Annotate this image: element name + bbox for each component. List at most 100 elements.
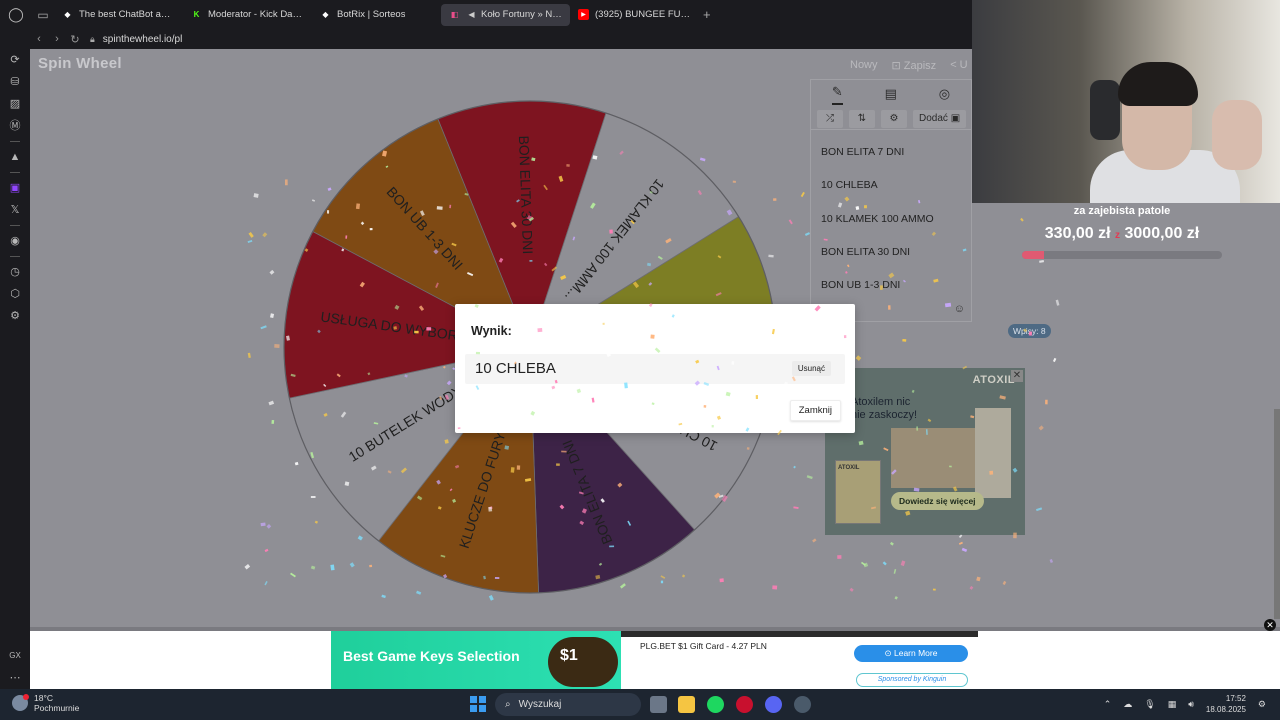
gallery-icon[interactable]: ▨: [0, 93, 30, 115]
screen: ◯ ▭ ◆ The best ChatBot and Wi K Moderato…: [0, 0, 1280, 720]
more-dots-icon[interactable]: ⋯: [0, 667, 30, 689]
ad-pillar-image: [975, 408, 1011, 498]
save-button[interactable]: ⊡ Zapisz: [892, 59, 937, 72]
tab-title: (3925) BUNGEE FUNNY M: [595, 9, 691, 20]
goal-progress-fill: [1022, 251, 1044, 259]
hide-eye-icon[interactable]: ◎: [939, 86, 950, 102]
windows-taskbar: 18°C Pochmurnie ⌕ Wyszukaj ⌃ ☁ 🎙︎ ▦ 🔊︎ 1…: [0, 689, 1280, 720]
notifications-icon[interactable]: ⚙: [1258, 699, 1266, 710]
new-tab-plus-icon[interactable]: +: [703, 7, 711, 22]
reload-icon[interactable]: ↻: [66, 33, 84, 46]
sidebar-divider: [10, 256, 20, 257]
ad-close-icon[interactable]: ✕: [1011, 370, 1023, 382]
donation-goal-widget: za zajebista patole 330,00 zł z 3000,00 …: [1022, 205, 1222, 259]
atoxil-ad[interactable]: ATOXIL Atoxilem nic nie zaskoczy! ATOXIL…: [825, 368, 1025, 535]
results-clipboard-icon[interactable]: ▤: [885, 86, 897, 102]
tab-favicon-icon: ◆: [64, 10, 71, 19]
share-button[interactable]: < U: [950, 59, 967, 72]
url-text: spinthewheel.io/pl: [102, 33, 183, 45]
tray-volume-icon[interactable]: 🔊︎: [1188, 699, 1194, 710]
add-entry-button[interactable]: Dodać ▣: [913, 109, 967, 128]
clock-time: 17:52: [1225, 694, 1246, 703]
image-icon: ▣: [950, 113, 961, 124]
player-icon[interactable]: ◉: [0, 230, 30, 252]
site-top-menu: Nowy ⊡ Zapisz < U: [850, 59, 968, 72]
taskbar-clock[interactable]: 17:52 18.08.2025: [1206, 693, 1246, 715]
ad-close-icon[interactable]: ✕: [1264, 619, 1276, 631]
opera-gx-icon[interactable]: [736, 696, 753, 713]
weather-widget[interactable]: 18°C Pochmurnie: [12, 693, 79, 713]
x-twitter-icon[interactable]: 𝕏: [0, 199, 30, 221]
extensions-icon[interactable]: ⬡: [0, 283, 30, 305]
history-icon[interactable]: ◷: [0, 261, 30, 283]
tray-sync-icon[interactable]: ☁: [1123, 699, 1132, 710]
list-item[interactable]: 10 KLAMEK 100 AMMO: [821, 203, 971, 236]
ad-cta-button[interactable]: Dowiedz się więcej: [891, 492, 984, 510]
steam-icon[interactable]: [794, 696, 811, 713]
tab-chatbot[interactable]: ◆ The best ChatBot and Wi: [54, 4, 183, 26]
sidebar-divider: [10, 141, 20, 142]
tab-youtube[interactable]: ▶ (3925) BUNGEE FUNNY M: [570, 4, 699, 26]
edit-pencil-icon[interactable]: ✎: [831, 84, 843, 105]
messenger-icon[interactable]: Ⓜ: [0, 115, 30, 137]
workspaces-icon[interactable]: ▭: [32, 8, 54, 22]
tray-network-icon[interactable]: ▦: [1168, 699, 1177, 710]
windows-start-icon[interactable]: [470, 696, 486, 712]
task-view-icon[interactable]: [650, 696, 667, 713]
emoji-icon[interactable]: ☺: [954, 303, 965, 315]
page-scrollbar[interactable]: [1274, 409, 1280, 619]
goal-target: 3000,00 zł: [1124, 225, 1200, 242]
tray-mic-icon[interactable]: 🎙︎: [1144, 699, 1155, 710]
opera-logo-icon[interactable]: ◯: [0, 6, 32, 23]
panel-toolbar: ⤮ ⇅ ⚙ Dodać ▣: [811, 108, 971, 130]
weather-condition: Pochmurnie: [34, 703, 80, 713]
forward-arrow-icon[interactable]: ›: [48, 33, 66, 45]
aria-icon[interactable]: ⟳: [0, 49, 30, 71]
search-placeholder: Wyszukaj: [518, 699, 562, 710]
webcam-overlay: [972, 0, 1280, 203]
taskbar-search[interactable]: ⌕ Wyszukaj: [495, 693, 641, 716]
tab-botrix[interactable]: ◆ BotRix | Sorteos: [312, 4, 441, 26]
list-item[interactable]: BON UB 1-3 DNI: [821, 269, 971, 302]
close-button[interactable]: Zamknij: [789, 400, 841, 421]
goal-current: 330,00 zł: [1044, 225, 1111, 242]
tray-overflow-chevron-icon[interactable]: ⌃: [1104, 699, 1112, 710]
goal-amounts: 330,00 zł z 3000,00 zł: [1022, 225, 1222, 243]
speaker-icon[interactable]: ◀: [466, 9, 477, 20]
tab-kick-dashboard[interactable]: K Moderator - Kick Dashbo: [183, 4, 312, 26]
sort-icon[interactable]: ⇅: [849, 109, 875, 128]
sponsor-link[interactable]: Sponsored by Kinguin: [856, 673, 968, 687]
settings-gear-icon[interactable]: ⚙: [881, 109, 907, 128]
url-field[interactable]: 🔒︎ spinthewheel.io/pl: [90, 34, 182, 45]
entries-list[interactable]: BON ELITA 7 DNI 10 CHLEBA 10 KLAMEK 100 …: [811, 130, 971, 302]
settings-gear-icon[interactable]: ⚙: [0, 305, 30, 327]
new-button[interactable]: Nowy: [850, 59, 878, 72]
list-item[interactable]: 10 CHLEBA: [821, 169, 971, 202]
twitch-icon[interactable]: ▣: [0, 177, 30, 199]
shuffle-icon[interactable]: ⤮: [817, 109, 843, 128]
bottom-banner-ad[interactable]: Best Game Keys Selection $1 PLG.BET $1 G…: [30, 619, 1280, 689]
weather-temperature: 18°C: [34, 693, 53, 703]
ad-headline: Atoxilem nic nie zaskoczy!: [851, 396, 918, 421]
tab-title: BotRix | Sorteos: [337, 9, 406, 20]
gx-icon[interactable]: GX: [0, 645, 30, 667]
ad-product-box: ATOXIL: [835, 460, 881, 524]
remove-button[interactable]: Usunąć: [791, 361, 831, 376]
spotify-icon[interactable]: [707, 696, 724, 713]
goal-separator: z: [1115, 230, 1121, 241]
bag-icon[interactable]: ⛁: [0, 71, 30, 93]
file-explorer-icon[interactable]: [678, 696, 695, 713]
discord-icon[interactable]: [765, 696, 782, 713]
tab-kolo-fortuny[interactable]: ◧ ◀ Koło Fortuny » Niesta: [441, 3, 570, 26]
learn-more-button[interactable]: ⊙ Learn More: [854, 645, 968, 662]
list-item[interactable]: BON ELITA 7 DNI: [821, 136, 971, 169]
site-logo[interactable]: Spin Wheel: [38, 55, 122, 72]
ad-coin-image: $1: [548, 637, 618, 687]
list-item[interactable]: BON ELITA 30 DNI: [821, 236, 971, 269]
goal-title: za zajebista patole: [1073, 205, 1171, 217]
ad-coin-value: $1: [560, 647, 578, 664]
kick-app-icon[interactable]: ▲: [0, 146, 30, 168]
tab-title: The best ChatBot and Wi: [79, 9, 175, 20]
result-dialog: Wynik: 10 CHLEBA Usunąć Zamknij: [455, 304, 855, 433]
back-arrow-icon[interactable]: ‹: [30, 33, 48, 45]
